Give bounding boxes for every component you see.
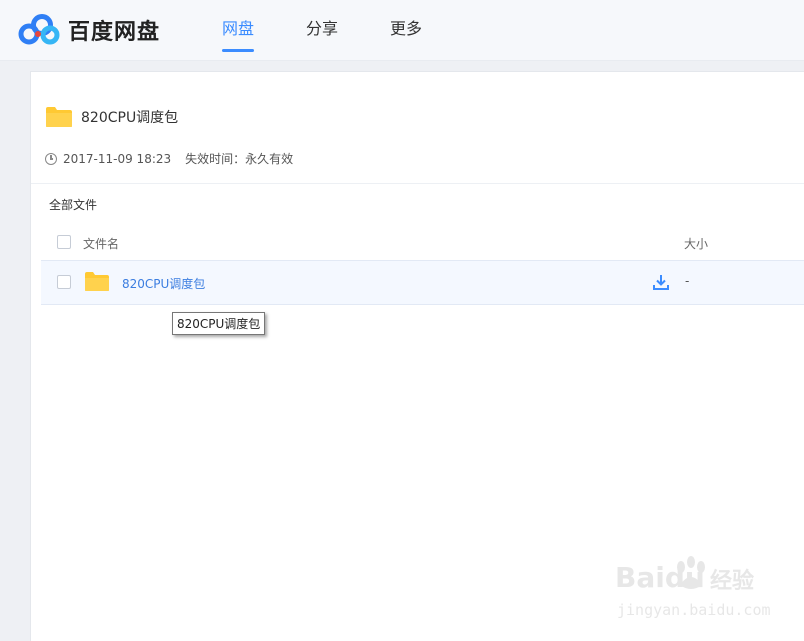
table-row[interactable]: 820CPU调度包 -	[41, 260, 804, 305]
top-bar: 百度网盘 网盘 分享 更多	[0, 0, 804, 61]
share-header: 820CPU调度包	[45, 106, 178, 128]
nav-netdisk[interactable]: 网盘	[222, 0, 255, 60]
nav-more[interactable]: 更多	[390, 0, 422, 60]
baidu-jingyan-watermark: Baidu 经验 jingyan.baidu.com	[615, 555, 771, 625]
divider	[31, 183, 804, 184]
share-expire-time: 失效时间：永久有效	[185, 152, 294, 166]
nav-share[interactable]: 分享	[306, 0, 338, 60]
column-header-size[interactable]: 大小	[684, 235, 708, 252]
folder-icon	[85, 272, 109, 291]
share-created-time: 2017-11-09 18:23	[63, 151, 172, 166]
breadcrumb[interactable]: 全部文件	[49, 196, 97, 213]
table-header: 文件名 大小	[41, 228, 804, 256]
download-icon[interactable]	[652, 273, 670, 291]
select-all-checkbox[interactable]	[57, 235, 71, 249]
main-nav: 网盘 分享 更多	[222, 0, 474, 60]
logo[interactable]: 百度网盘	[18, 12, 160, 48]
file-size: -	[685, 274, 690, 288]
file-name-link[interactable]: 820CPU调度包	[122, 275, 205, 292]
watermark-product: 经验	[710, 569, 755, 594]
row-checkbox[interactable]	[57, 275, 71, 289]
watermark-url: jingyan.baidu.com	[617, 601, 771, 619]
folder-icon	[46, 107, 72, 127]
filename-tooltip: 820CPU调度包	[172, 312, 266, 335]
column-header-name[interactable]: 文件名	[83, 235, 119, 252]
logo-text: 百度网盘	[68, 20, 161, 45]
baidu-netdisk-logo-icon	[18, 14, 60, 45]
share-title: 820CPU调度包	[81, 110, 179, 126]
paw-icon	[677, 556, 705, 589]
share-meta: 2017-11-09 18:23 失效时间：永久有效	[45, 150, 293, 167]
clock-icon	[45, 152, 57, 165]
